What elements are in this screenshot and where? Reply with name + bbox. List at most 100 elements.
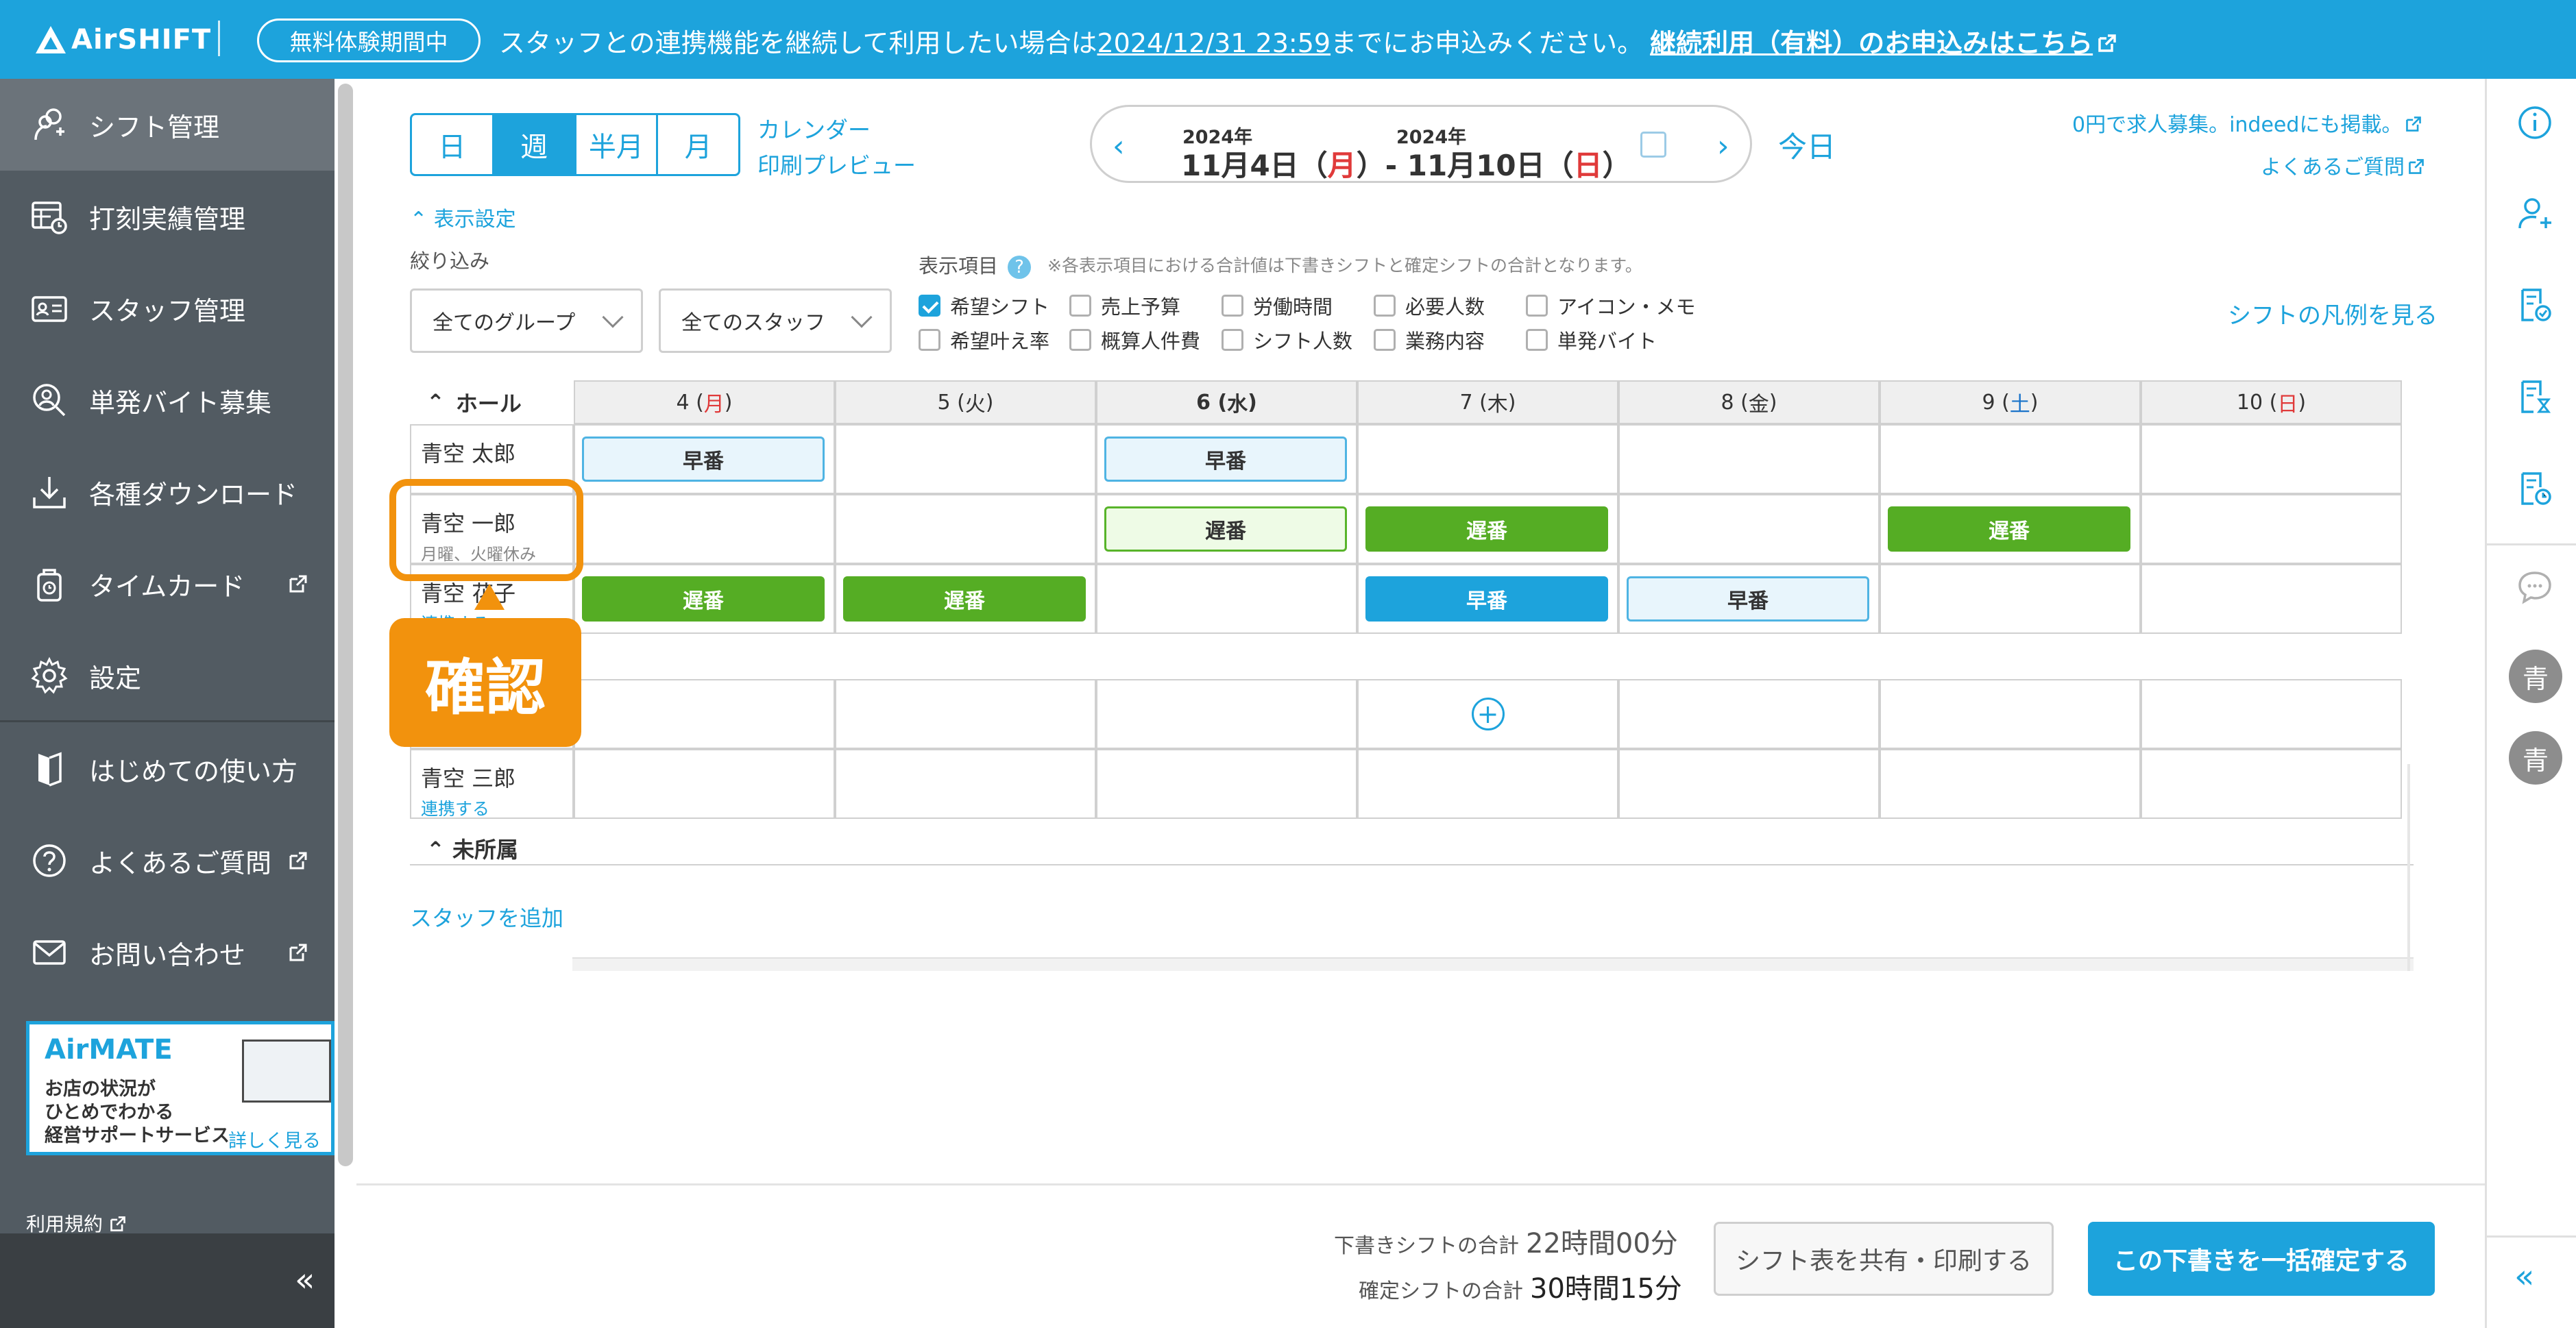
checkbox-work-hours[interactable]: 労働時間 (1222, 291, 1333, 320)
shift-cell[interactable] (2141, 494, 2402, 564)
continue-subscription-link[interactable]: 継続利用（有料）のお申込みはこちら (1650, 28, 2117, 58)
display-settings-toggle[interactable]: ⌃ 表示設定 (410, 202, 516, 232)
view-day-tab[interactable]: 日 (412, 115, 494, 174)
shift-cell[interactable] (2141, 564, 2402, 634)
checkbox-labor-cost[interactable]: 概算人件費 (1069, 325, 1200, 354)
help-icon[interactable]: ? (1008, 256, 1032, 279)
airshift-logo[interactable]: AirSHIFT (36, 19, 211, 60)
sidebar-item-shift[interactable]: シフト管理 (0, 79, 335, 171)
checkbox-icon-memo[interactable]: アイコン・メモ (1526, 291, 1696, 320)
sidebar-item-faq[interactable]: よくあるご質問 (0, 815, 335, 907)
shift-cell[interactable] (1880, 564, 2141, 634)
unassigned-group-toggle[interactable]: ⌃ 未所属 (410, 833, 518, 864)
doc-check-icon[interactable] (2516, 286, 2554, 324)
shift-cell[interactable] (1618, 494, 1880, 564)
checkbox-sales-budget[interactable]: 売上予算 (1069, 291, 1180, 320)
staff-avatar[interactable]: 青 (2509, 650, 2562, 703)
checkbox-hope-shift[interactable]: 希望シフト (919, 291, 1049, 320)
late-shift-chip[interactable]: 遅番 (1888, 506, 2130, 552)
shift-cell[interactable] (1880, 679, 2141, 749)
late-shift-chip[interactable]: 遅番 (582, 576, 825, 622)
sidebar-item-spot-job[interactable]: 単発バイト募集 (0, 354, 335, 446)
checkbox-hope-rate[interactable]: 希望叶え率 (919, 325, 1049, 354)
shift-cell[interactable] (1357, 749, 1618, 819)
faq-link[interactable]: よくあるご質問 (2261, 150, 2425, 180)
banner-message-prefix: スタッフとの連携機能を継続して利用したい場合は (499, 28, 1097, 58)
checkbox-required-staff[interactable]: 必要人数 (1374, 291, 1485, 320)
rail-collapse-button[interactable]: « (2514, 1257, 2534, 1296)
shift-cell[interactable] (1096, 564, 1357, 634)
shift-cell[interactable] (1618, 679, 1880, 749)
shift-cell[interactable] (1880, 749, 2141, 819)
sidebar-item-staff[interactable]: スタッフ管理 (0, 262, 335, 354)
add-staff-link[interactable]: スタッフを追加 (410, 901, 563, 933)
late-shift-chip[interactable]: 遅番 (1365, 506, 1608, 552)
shift-cell[interactable] (835, 679, 1096, 749)
group-select[interactable]: 全てのグループ (410, 288, 643, 353)
staff-name: 青空 三郎 (421, 765, 516, 791)
sidebar-item-punch[interactable]: 打刻実績管理 (0, 171, 335, 262)
early-shift-chip[interactable]: 早番 (1104, 436, 1347, 482)
staff-name: 青空 太郎 (421, 441, 516, 467)
staff-select[interactable]: 全てのスタッフ (659, 288, 892, 353)
sidebar-item-timecard[interactable]: タイムカード (0, 538, 335, 630)
sidebar-scrollbar[interactable] (338, 84, 353, 1166)
calendar-picker-icon[interactable] (1640, 132, 1666, 158)
shift-cell[interactable] (835, 424, 1096, 494)
add-person-icon[interactable] (2516, 194, 2554, 232)
shift-cell[interactable] (1880, 424, 2141, 494)
indeed-link[interactable]: 0円で求人募集。indeedにも掲載。 (2072, 108, 2422, 138)
checkbox-shift-count[interactable]: シフト人数 (1222, 325, 1352, 354)
print-preview-link[interactable]: 印刷プレビュー (757, 147, 916, 180)
add-shift-icon[interactable]: + (1471, 698, 1505, 730)
checkbox-spot-job[interactable]: 単発バイト (1526, 325, 1657, 354)
share-print-button[interactable]: シフト表を共有・印刷する (1714, 1222, 2054, 1296)
late-shift-chip[interactable]: 遅番 (1104, 506, 1347, 552)
airmate-more-link[interactable]: 詳しく見る (228, 1126, 321, 1153)
late-shift-chip[interactable]: 遅番 (843, 576, 1086, 622)
sidebar-item-getting-started[interactable]: はじめての使い方 (0, 723, 335, 815)
shift-cell[interactable] (1618, 424, 1880, 494)
view-month-tab[interactable]: 月 (658, 115, 738, 174)
airmate-ad-banner[interactable]: AirMATE お店の状況が ひとめでわかる 経営サポートサービス 詳しく見る (26, 1021, 335, 1155)
early-shift-chip[interactable]: 早番 (582, 436, 825, 482)
calendar-link[interactable]: カレンダー (757, 112, 871, 145)
doc-clock-icon[interactable] (2516, 469, 2554, 508)
staff-avatar[interactable]: 青 (2509, 731, 2562, 785)
checkbox-task[interactable]: 業務内容 (1374, 325, 1485, 354)
prev-week-button[interactable]: ‹ (1113, 129, 1125, 164)
shift-cell[interactable] (2141, 749, 2402, 819)
shift-cell[interactable] (574, 494, 835, 564)
shift-legend-link[interactable]: シフトの凡例を見る (2228, 297, 2438, 330)
trial-badge: 無料体験期間中 (257, 19, 481, 62)
view-halfmonth-tab[interactable]: 半月 (576, 115, 659, 174)
terms-link[interactable]: 利用規約 (26, 1209, 127, 1237)
shift-cell[interactable] (1357, 424, 1618, 494)
today-button[interactable]: 今日 (1778, 124, 1836, 166)
sidebar-footer (0, 1233, 335, 1328)
next-week-button[interactable]: › (1717, 129, 1729, 164)
info-icon[interactable] (2516, 103, 2554, 142)
shift-cell[interactable] (1096, 679, 1357, 749)
chat-icon[interactable] (2516, 567, 2554, 606)
early-shift-chip[interactable]: 早番 (1627, 576, 1869, 622)
shift-cell[interactable] (1618, 749, 1880, 819)
sidebar-item-download[interactable]: 各種ダウンロード (0, 446, 335, 538)
shift-cell[interactable] (835, 494, 1096, 564)
shift-cell[interactable] (574, 749, 835, 819)
shift-cell[interactable] (574, 679, 835, 749)
shift-cell[interactable] (835, 749, 1096, 819)
staff-name-cell[interactable]: 青空 三郎 連携する (410, 749, 574, 819)
sidebar-item-settings[interactable]: 設定 (0, 630, 335, 722)
shift-cell[interactable] (2141, 679, 2402, 749)
shift-cell[interactable] (2141, 424, 2402, 494)
early-shift-chip[interactable]: 早番 (1365, 576, 1608, 622)
bulk-confirm-button[interactable]: この下書きを一括確定する (2088, 1222, 2435, 1296)
view-week-tab[interactable]: 週 (494, 115, 576, 174)
doc-hourglass-icon[interactable] (2516, 378, 2554, 416)
sidebar-collapse-button[interactable]: « (295, 1261, 315, 1299)
link-staff-link[interactable]: 連携する (421, 796, 572, 820)
group-collapse-toggle[interactable]: ⌃ ホール (410, 380, 574, 424)
shift-cell[interactable] (1096, 749, 1357, 819)
sidebar-item-contact[interactable]: お問い合わせ (0, 907, 335, 998)
